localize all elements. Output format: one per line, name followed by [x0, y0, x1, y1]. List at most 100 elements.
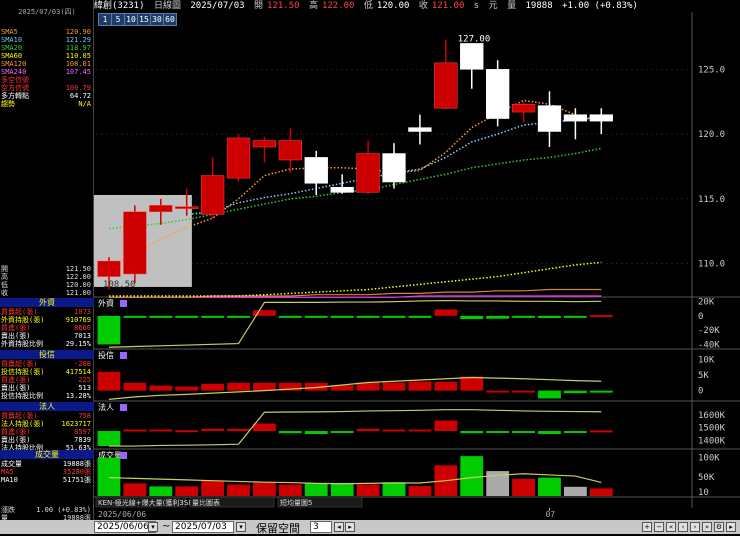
info-value: 118.97	[65, 44, 91, 52]
foreign-bar	[149, 315, 173, 318]
info-label: 趨勢	[1, 100, 15, 108]
legal-bar	[175, 430, 199, 433]
foreign-bar	[201, 315, 225, 318]
volume-bar	[356, 484, 380, 496]
candle-body	[278, 140, 302, 161]
volume-bar	[253, 482, 276, 496]
volume-y-tick: 50K	[698, 473, 715, 483]
info-label: 買進(張)	[1, 324, 31, 332]
legal-bar	[589, 430, 613, 433]
legal-bar	[563, 431, 587, 433]
info-label: MA10	[1, 476, 18, 484]
end-date-dropdown-icon[interactable]: ▾	[236, 522, 246, 532]
settings-icon[interactable]: ⚙	[714, 522, 724, 532]
info-label: 外資持股(張)	[1, 316, 45, 324]
legal-bar	[304, 431, 328, 434]
info-label: SMA120	[1, 60, 27, 68]
info-row: 多空信號	[1, 76, 93, 84]
info-label: 賣出(張)	[1, 436, 31, 444]
info-value: 107.45	[65, 68, 91, 76]
foreign-bar	[97, 315, 121, 345]
info-row: 成交量 19888張	[1, 460, 93, 468]
info-row: SMA5 120.90	[1, 28, 93, 36]
info-value: 910769	[65, 316, 91, 324]
candle-body	[537, 105, 562, 132]
indicator-tab-label: KEN-極光線+爆大量(獲利3SP)	[98, 498, 195, 507]
info-label: 投信持股比例	[1, 392, 43, 400]
foreign-bar	[563, 315, 587, 318]
zoom-in-icon[interactable]: +	[642, 522, 652, 532]
left-info-panel: 2025/07/03(四) SMA5 120.90 SMA10 121.29 SMA20…	[0, 0, 94, 534]
foreign-bar	[460, 315, 484, 320]
candle-body	[434, 62, 458, 109]
foreign-bar	[434, 309, 458, 316]
volume-bar	[460, 456, 484, 496]
info-value: 110.05	[65, 52, 91, 60]
foreign-bar	[589, 315, 613, 318]
increase-icon[interactable]: ▸	[345, 522, 355, 532]
info-value: 1623717	[61, 420, 91, 428]
info-row: 外資持股比例 29.15%	[1, 340, 93, 348]
trust-bar	[253, 382, 276, 391]
candle-body	[486, 69, 510, 119]
info-value: 7839	[74, 436, 91, 444]
y-tick-label: 115.0	[698, 195, 725, 205]
candle-body	[200, 175, 225, 215]
info-label: 買賣超(張)	[1, 360, 38, 368]
section-header: 投信	[0, 350, 94, 359]
start-date-dropdown-icon[interactable]: ▾	[148, 522, 158, 532]
info-label: 漲跌	[1, 506, 15, 514]
candle-body	[408, 127, 432, 132]
end-date-field[interactable]: 2025/07/03	[172, 521, 234, 533]
info-value: 100.79	[65, 84, 91, 92]
info-value: 7013	[74, 332, 91, 340]
candle-body	[589, 114, 613, 122]
decrease-icon[interactable]: ◂	[334, 522, 344, 532]
info-value: 513	[78, 384, 91, 392]
info-value: 225	[78, 376, 91, 384]
info-value: 758	[78, 412, 91, 420]
info-row: 買進(張) 8660	[1, 324, 93, 332]
legal-bar	[227, 428, 250, 431]
info-value: 417514	[65, 368, 91, 376]
info-value: 8660	[74, 324, 91, 332]
foreign-label-icon	[120, 300, 127, 307]
zoom-out-icon[interactable]: −	[654, 522, 664, 532]
next-page-icon[interactable]: ›	[690, 522, 700, 532]
volume-bar	[304, 483, 328, 496]
high-annotation: 127.00	[458, 34, 491, 44]
candle-body	[149, 205, 173, 213]
legal-bar	[97, 431, 121, 446]
info-value: 64.72	[69, 92, 91, 100]
last-page-icon[interactable]: »	[702, 522, 712, 532]
x-axis-mid-label: 07	[545, 510, 555, 519]
prev-page-icon[interactable]: ‹	[678, 522, 688, 532]
y-tick-label: 125.0	[698, 65, 725, 75]
info-label: SMA240	[1, 68, 27, 76]
legal-bar	[278, 431, 302, 434]
info-row: 買賣超(張) 1073	[1, 308, 93, 316]
trust-bar	[175, 386, 199, 391]
volume-bar	[201, 480, 225, 496]
info-row: 趨勢 N/A	[1, 100, 93, 108]
trust-bar	[408, 381, 432, 391]
info-value: -288	[74, 360, 91, 368]
foreign-y-tick: 20K	[698, 298, 715, 308]
foreign-bar	[123, 315, 147, 318]
trust-bar	[201, 383, 225, 391]
trust-bar	[97, 371, 121, 391]
foreign-bar	[227, 315, 250, 318]
y-tick-label: 120.0	[698, 130, 725, 140]
foreign-y-tick: -40K	[698, 340, 720, 350]
volume-bar	[175, 486, 199, 496]
foreign-bar	[278, 315, 302, 318]
keep-space-input[interactable]: 3	[310, 521, 332, 533]
info-label: 賣出(張)	[1, 332, 31, 340]
foreign-y-tick: 0	[698, 312, 703, 322]
first-page-icon[interactable]: «	[666, 522, 676, 532]
foreign-y-tick: -20K	[698, 326, 720, 336]
legal-bar	[356, 428, 380, 431]
expand-icon[interactable]: ▸	[726, 522, 736, 532]
start-date-field[interactable]: 2025/06/06	[94, 521, 156, 533]
trust-bar	[227, 382, 250, 391]
